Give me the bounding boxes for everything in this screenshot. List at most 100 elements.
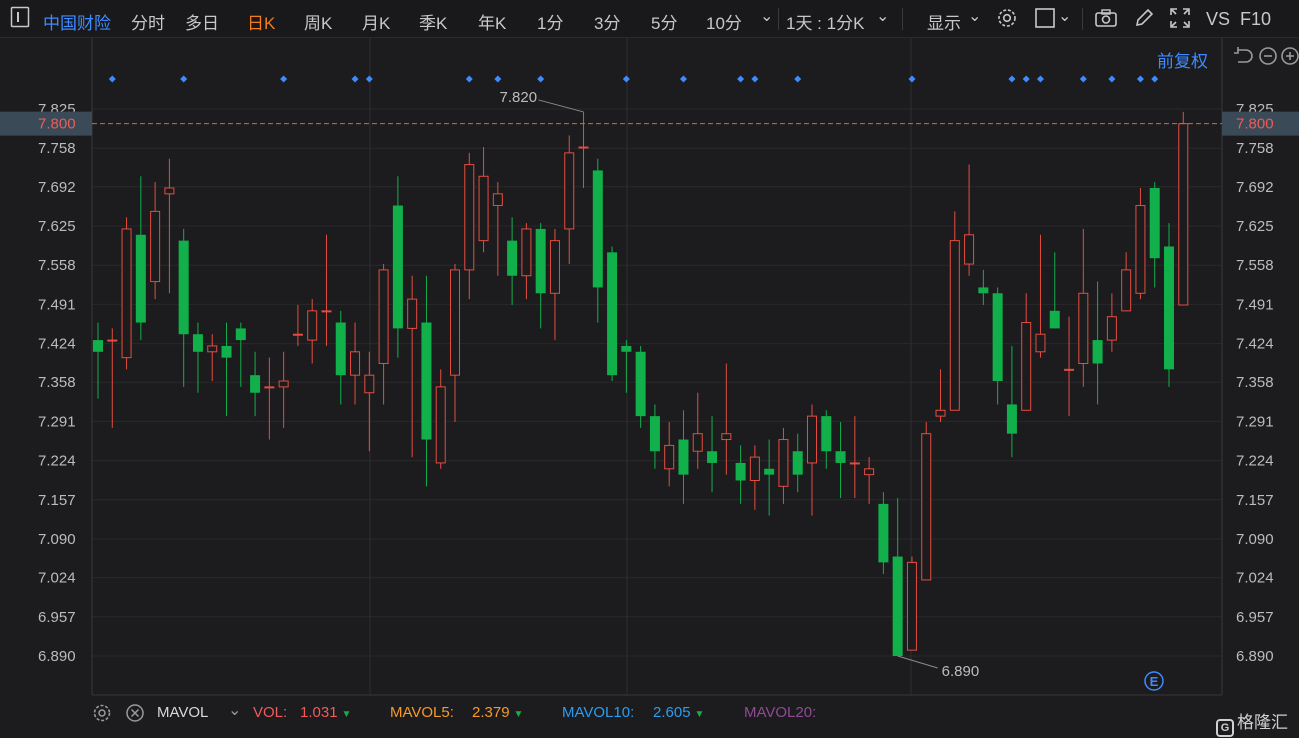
watermark-logo: G 格隆汇 xyxy=(1216,708,1288,737)
candle-body xyxy=(1135,205,1146,294)
candle-body xyxy=(892,556,903,656)
y-tick-label-left: 7.692 xyxy=(38,179,76,196)
candle-body xyxy=(1049,310,1060,329)
min-price-label: 6.890 xyxy=(942,663,980,680)
reset-icon[interactable] xyxy=(1233,46,1253,71)
candle-body xyxy=(721,433,732,441)
y-tick-label-right: 7.424 xyxy=(1236,336,1274,353)
indicator-name[interactable]: MAVOL xyxy=(157,704,208,721)
indicator-bar: MAVOL ⌄ VOL: 1.031 ▼ MAVOL5: 2.379 ▼ MAVOL… xyxy=(92,696,1222,730)
mavol20-label: MAVOL20: xyxy=(744,704,817,721)
candle-body xyxy=(1106,316,1117,341)
candle-body xyxy=(107,339,118,342)
candle-body xyxy=(635,351,646,417)
indicator-settings-icon[interactable] xyxy=(92,703,112,727)
candle-body xyxy=(707,451,718,463)
y-tick-label-right: 6.957 xyxy=(1236,609,1274,626)
vol-value-text: 1.031 xyxy=(300,704,338,721)
candle-body xyxy=(1035,333,1046,353)
candle-body xyxy=(821,416,832,452)
y-tick-label-right: 7.358 xyxy=(1236,374,1274,391)
y-tick-label-right: 7.625 xyxy=(1236,218,1274,235)
current-price-label-right: 7.800 xyxy=(1236,116,1274,133)
y-tick-label-right: 7.224 xyxy=(1236,453,1274,470)
candle-body xyxy=(649,416,660,452)
y-tick-label-right: 6.890 xyxy=(1236,648,1274,665)
y-tick-label-left: 7.358 xyxy=(38,374,76,391)
adjustment-mode-button[interactable]: 前复权 xyxy=(1157,47,1208,72)
y-tick-label-right: 7.024 xyxy=(1236,570,1274,587)
candle-body xyxy=(450,269,460,376)
candle-body xyxy=(278,380,289,388)
candle-body xyxy=(164,187,175,195)
candle-body xyxy=(1092,340,1103,364)
candle-body xyxy=(364,374,375,394)
candle-body xyxy=(93,340,103,352)
vol-value: 1.031 ▼ xyxy=(300,704,351,721)
y-tick-label-left: 6.957 xyxy=(38,609,76,626)
y-tick-label-left: 6.890 xyxy=(38,648,76,665)
candle-body xyxy=(578,146,589,149)
candle-body xyxy=(335,322,346,376)
candle-body xyxy=(935,409,946,417)
y-tick-label-left: 7.024 xyxy=(38,570,76,587)
candle-body xyxy=(1078,292,1089,364)
candle-body xyxy=(421,322,432,440)
candle-body xyxy=(921,433,932,581)
candle-body xyxy=(150,210,161,283)
y-tick-label-left: 7.558 xyxy=(38,257,76,274)
candle-body xyxy=(664,444,675,470)
mavol5-value-text: 2.379 xyxy=(472,704,510,721)
candle-body xyxy=(607,252,618,376)
candle-body xyxy=(435,386,446,464)
candlestick-chart[interactable]: 7.825 7.8257.758 7.7587.692 7.6927.625 7.625… xyxy=(0,0,1299,738)
y-tick-label-left: 7.625 xyxy=(38,218,76,235)
watermark-text: 格隆汇 xyxy=(1237,713,1288,732)
candle-body xyxy=(592,170,603,288)
candle-body xyxy=(350,351,361,376)
mavol5-label: MAVOL5: xyxy=(390,704,454,721)
y-tick-label-right: 7.157 xyxy=(1236,492,1274,509)
y-tick-label-right: 7.291 xyxy=(1236,413,1274,430)
candle-body xyxy=(492,193,503,207)
zoom-out-icon[interactable] xyxy=(1258,46,1278,71)
down-arrow-icon: ▼ xyxy=(513,709,524,720)
y-tick-label-left: 7.424 xyxy=(38,336,76,353)
candle-body xyxy=(535,228,546,294)
candle-body xyxy=(207,345,218,353)
mavol10-value: 2.605 ▼ xyxy=(653,704,704,721)
candle-body xyxy=(1164,246,1174,370)
down-arrow-icon: ▼ xyxy=(341,709,352,720)
candle-body xyxy=(978,287,989,294)
candle-body xyxy=(321,310,332,313)
y-tick-label-left: 7.491 xyxy=(38,296,76,313)
y-tick-label-right: 7.758 xyxy=(1236,140,1274,157)
candle-body xyxy=(807,415,817,464)
candle-body xyxy=(464,164,475,271)
close-indicator-icon[interactable] xyxy=(125,703,145,727)
candle-body xyxy=(678,439,689,475)
candle-body xyxy=(292,333,303,336)
candle-body xyxy=(621,345,632,352)
candle-body xyxy=(121,228,132,359)
y-tick-label-right: 7.491 xyxy=(1236,296,1274,313)
candle-body xyxy=(1006,404,1017,434)
candle-body xyxy=(178,240,189,335)
candle-body xyxy=(135,234,146,323)
candle-body xyxy=(392,205,403,329)
candle-body xyxy=(692,433,703,452)
zoom-in-icon[interactable] xyxy=(1280,46,1299,71)
candle-body xyxy=(378,269,389,364)
chevron-down-icon[interactable]: ⌄ xyxy=(228,700,241,720)
candle-body xyxy=(1064,368,1075,371)
candle-body xyxy=(507,240,518,276)
candle-body xyxy=(992,293,1003,382)
candle-body xyxy=(864,468,875,476)
event-e-label: E xyxy=(1150,674,1159,689)
y-tick-label-left: 7.157 xyxy=(38,492,76,509)
y-tick-label-right: 7.558 xyxy=(1236,257,1274,274)
down-arrow-icon: ▼ xyxy=(694,709,705,720)
candle-body xyxy=(792,451,803,475)
candle-body xyxy=(949,240,960,411)
candle-body xyxy=(235,328,246,341)
